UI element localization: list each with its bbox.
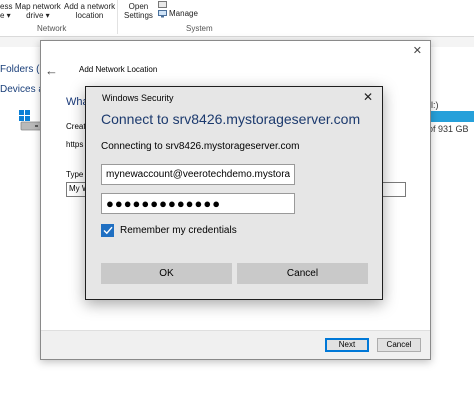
back-arrow-icon[interactable]: ← (45, 63, 58, 78)
password-field[interactable] (101, 193, 295, 214)
dialog-caption: Windows Security (102, 93, 174, 103)
computer-icon (158, 9, 167, 17)
drive-name-fragment: l:) (431, 100, 439, 110)
wizard-cancel-button[interactable]: Cancel (377, 338, 421, 352)
remember-credentials-label: Remember my credentials (120, 225, 237, 236)
map-network-drive-button[interactable]: Map network drive ▾ (15, 2, 61, 20)
ribbon-separator (117, 0, 118, 34)
wizard-footer: Next Cancel (41, 330, 430, 359)
add-network-location-label: Add a network (64, 2, 116, 11)
map-network-drive-label2: drive ▾ (26, 11, 50, 20)
drive-capacity-text: of 931 GB (428, 124, 469, 134)
dialog-subtitle: Connecting to srv8426.mystorageserver.co… (101, 141, 300, 152)
dialog-title: Connect to srv8426.mystorageserver.com (101, 111, 361, 127)
remember-credentials-checkbox[interactable]: Remember my credentials (101, 224, 237, 237)
open-settings-label2: Settings (124, 11, 153, 20)
ribbon-item-access[interactable]: ess e ▾ (0, 2, 12, 20)
ribbon-group-network: Network (37, 24, 67, 33)
ok-button[interactable]: OK (101, 263, 232, 284)
windows-security-dialog: Windows Security ✕ Connect to srv8426.my… (85, 86, 383, 300)
manage-label: Manage (169, 9, 198, 18)
add-network-location-button[interactable]: Add a network location (64, 2, 115, 20)
wizard-type-label: Type (66, 170, 84, 179)
open-settings-button[interactable]: Open Settings (124, 2, 153, 20)
add-network-location-label2: location (75, 11, 104, 20)
ribbon: ess e ▾ Map network drive ▾ Add a networ… (0, 0, 474, 38)
wizard-example-text: https (66, 140, 84, 149)
checkmark-icon[interactable] (101, 224, 114, 237)
ribbon-item-access-label2: e ▾ (0, 11, 11, 20)
ribbon-group-system: System (186, 24, 213, 33)
cancel-button[interactable]: Cancel (237, 263, 368, 284)
folders-group-header[interactable]: Folders (7 (0, 64, 45, 75)
close-icon[interactable]: ✕ (363, 90, 373, 104)
wizard-title: Add Network Location (79, 65, 158, 74)
username-field[interactable] (101, 164, 295, 185)
next-button[interactable]: Next (325, 338, 369, 352)
map-network-drive-label: Map network (15, 2, 61, 11)
open-settings-label: Open (128, 2, 149, 11)
system-properties-icon (158, 1, 167, 10)
drive-capacity-bar (428, 111, 474, 122)
manage-button[interactable]: Manage (158, 9, 198, 18)
wizard-description: Creat (66, 122, 86, 131)
ribbon-item-access-label: ess (0, 2, 13, 11)
close-icon[interactable]: ✕ (413, 44, 422, 57)
